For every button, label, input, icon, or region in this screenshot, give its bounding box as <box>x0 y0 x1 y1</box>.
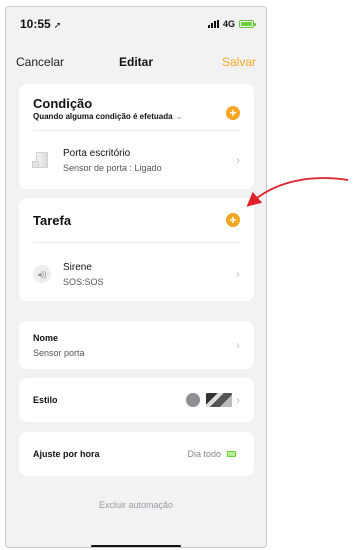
style-label: Estilo <box>33 395 58 405</box>
schedule-row[interactable]: Ajuste por hora Dia todo <box>19 432 254 476</box>
network-label: 4G <box>222 19 235 29</box>
name-value: Sensor porta <box>33 347 85 358</box>
chevron-right-icon: › <box>236 393 240 407</box>
siren-icon: ◂)) <box>33 265 51 283</box>
condition-item-detail: Sensor de porta : Ligado <box>63 162 162 173</box>
task-item-name: Sirene <box>63 261 92 273</box>
status-indicators: 4G <box>207 19 256 29</box>
chevron-right-icon: › <box>236 338 240 352</box>
home-indicator <box>91 545 181 547</box>
condition-card: Condição Quando alguma condição é efetua… <box>19 84 254 189</box>
delete-automation-button[interactable]: Excluir automação <box>6 500 266 510</box>
schedule-value: Dia todo <box>187 449 221 459</box>
status-bar: 10:55 ➚ 4G <box>6 7 266 41</box>
condition-item[interactable]: Porta escritório Sensor de porta : Ligad… <box>19 140 254 180</box>
name-row[interactable]: Nome Sensor porta › <box>19 321 254 369</box>
battery-icon <box>239 20 256 28</box>
add-condition-button[interactable]: + <box>226 106 240 120</box>
chevron-right-icon: › <box>236 153 240 167</box>
task-item-detail: SOS:SOS <box>63 276 104 287</box>
style-row[interactable]: Estilo › <box>19 378 254 422</box>
condition-title: Condição <box>33 96 93 111</box>
task-item[interactable]: ◂)) Sirene SOS:SOS › <box>19 254 254 294</box>
plus-circle-icon: + <box>229 106 237 120</box>
name-label: Nome <box>33 332 59 343</box>
task-card: Tarefa + ◂)) Sirene SOS:SOS › <box>19 198 254 301</box>
status-time: 10:55 ➚ <box>20 17 62 31</box>
save-button[interactable]: Salvar <box>222 55 256 69</box>
chevron-right-icon: › <box>236 267 240 281</box>
nav-bar: Cancelar Editar Salvar <box>6 49 266 75</box>
condition-mode-selector[interactable]: Quando alguma condição é efetuada ⌄ <box>33 112 240 121</box>
location-arrow-icon: ➚ <box>53 20 62 30</box>
task-title: Tarefa <box>33 213 72 228</box>
schedule-label: Ajuste por hora <box>33 449 100 459</box>
condition-item-name: Porta escritório <box>63 147 131 159</box>
condition-subtitle: Quando alguma condição é efetuada <box>33 112 173 121</box>
style-color-swatch <box>186 393 200 407</box>
add-task-button[interactable]: + <box>226 213 240 227</box>
chevron-down-icon: ⌄ <box>175 112 183 121</box>
battery-icon <box>227 451 236 457</box>
task-header: Tarefa <box>19 198 254 228</box>
page-title: Editar <box>118 55 154 69</box>
divider <box>33 242 240 243</box>
cancel-button[interactable]: Cancelar <box>16 55 64 69</box>
signal-icon <box>207 20 219 28</box>
style-image-thumbnail <box>206 393 232 407</box>
annotation-arrow-icon <box>246 177 349 207</box>
door-sensor-icon <box>32 151 51 169</box>
plus-circle-icon: + <box>229 213 237 227</box>
phone-screen: 10:55 ➚ 4G Cancelar Editar Salvar Condiçã… <box>5 6 267 548</box>
condition-header: Condição Quando alguma condição é efetua… <box>19 84 254 121</box>
divider <box>33 130 240 131</box>
